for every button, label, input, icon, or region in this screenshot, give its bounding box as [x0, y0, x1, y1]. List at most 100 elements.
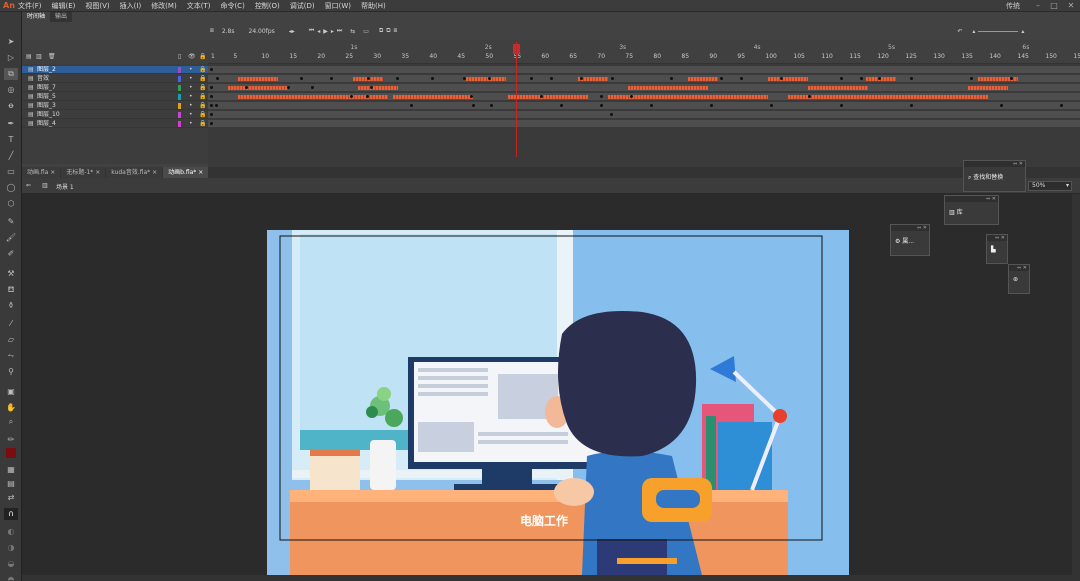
- menu-debug[interactable]: 调试(D): [290, 1, 315, 11]
- minimize-icon[interactable]: –: [1033, 1, 1043, 11]
- layer-color-swatch[interactable]: [178, 94, 181, 100]
- keyframe[interactable]: [670, 77, 673, 80]
- center-frame-icon[interactable]: ↶: [957, 28, 962, 35]
- keyframe[interactable]: [1000, 104, 1003, 107]
- lock-icon[interactable]: 🔒: [199, 120, 206, 128]
- ink-bottle-tool-icon[interactable]: ⚱: [4, 300, 18, 312]
- keyframe[interactable]: [410, 104, 413, 107]
- step-back-icon[interactable]: ◂: [317, 28, 320, 35]
- keyframe[interactable]: [287, 86, 290, 89]
- keyframe[interactable]: [300, 77, 303, 80]
- keyframe[interactable]: [910, 104, 913, 107]
- visibility-dot-icon[interactable]: •: [189, 120, 193, 128]
- keyframe[interactable]: [472, 104, 475, 107]
- free-transform-tool-icon[interactable]: ⧉: [4, 68, 18, 80]
- vertical-scrollbar[interactable]: [1072, 194, 1080, 575]
- library-row[interactable]: ▥ 库: [945, 202, 998, 221]
- visibility-dot-icon[interactable]: •: [189, 75, 193, 83]
- doc-tab-1[interactable]: 动画.fla ×: [22, 167, 61, 178]
- lock-icon[interactable]: 🔒: [199, 102, 206, 110]
- library-panel[interactable]: ⇔ ✕ ▥ 库: [944, 195, 999, 225]
- transform-panel[interactable]: ⇔ ✕ ⊛: [1008, 264, 1030, 294]
- maximize-icon[interactable]: □: [1049, 1, 1059, 11]
- snap-icon[interactable]: ▤: [4, 478, 18, 490]
- visibility-dot-icon[interactable]: •: [189, 66, 193, 74]
- camera-icon[interactable]: ▭: [363, 28, 369, 35]
- keyframe[interactable]: [808, 95, 811, 98]
- outline-all-icon[interactable]: ▯: [178, 53, 181, 60]
- object-drawing-icon[interactable]: ▦: [4, 464, 18, 476]
- straighten-icon[interactable]: ◑: [4, 542, 18, 554]
- edit-multiple-frames-icon[interactable]: ⧉: [386, 27, 390, 35]
- tab-timeline[interactable]: 时间轴: [22, 12, 51, 22]
- keyframe[interactable]: [311, 86, 314, 89]
- keyframe[interactable]: [650, 104, 653, 107]
- tool-option-2-icon[interactable]: ◓: [4, 574, 18, 581]
- layer-color-swatch[interactable]: [178, 112, 181, 118]
- lock-icon[interactable]: 🔒: [199, 111, 206, 119]
- keyframe[interactable]: [550, 77, 553, 80]
- keyframe[interactable]: [210, 86, 213, 89]
- brush-tool-icon[interactable]: 🖌: [4, 232, 18, 244]
- menu-window[interactable]: 窗口(W): [325, 1, 351, 11]
- properties-row[interactable]: ⚙ 属...: [891, 231, 929, 250]
- frame-row[interactable]: [208, 93, 1080, 101]
- properties-panel[interactable]: ⇔ ✕ ⚙ 属...: [890, 224, 930, 256]
- frame-rate[interactable]: 24.00fps: [249, 28, 275, 35]
- swap-colors-icon[interactable]: ⇄: [4, 492, 18, 504]
- menu-text[interactable]: 文本(T): [187, 1, 211, 11]
- workspace-mode[interactable]: 传统: [1006, 0, 1020, 12]
- keyframe[interactable]: [463, 77, 466, 80]
- visibility-dot-icon[interactable]: •: [189, 93, 193, 101]
- zoom-out-icon[interactable]: ▴: [972, 28, 975, 35]
- keyframe[interactable]: [580, 77, 583, 80]
- menu-control[interactable]: 控制(O): [255, 1, 280, 11]
- visibility-dot-icon[interactable]: •: [189, 111, 193, 119]
- keyframe[interactable]: [860, 77, 863, 80]
- keyframe[interactable]: [740, 77, 743, 80]
- keyframe[interactable]: [350, 95, 353, 98]
- keyframe[interactable]: [600, 95, 603, 98]
- play-icon[interactable]: ▶: [323, 28, 328, 35]
- new-layer-icon[interactable]: ▤: [26, 53, 32, 60]
- delete-layer-icon[interactable]: 🗑: [48, 53, 56, 60]
- keyframe[interactable]: [1060, 104, 1063, 107]
- keyframe[interactable]: [630, 95, 633, 98]
- back-arrow-icon[interactable]: ⇐: [26, 182, 31, 189]
- lock-icon[interactable]: 🔒: [199, 84, 206, 92]
- keyframe[interactable]: [396, 77, 399, 80]
- 3d-rotation-tool-icon[interactable]: ◎: [4, 84, 18, 96]
- frame-row[interactable]: [208, 66, 1080, 74]
- layer-row[interactable]: ▤ 图层_3 • 🔒: [22, 102, 208, 110]
- keyframe[interactable]: [490, 104, 493, 107]
- layer-color-swatch[interactable]: [178, 67, 181, 73]
- text-tool-icon[interactable]: T: [4, 134, 18, 146]
- menu-help[interactable]: 帮助(H): [361, 1, 386, 11]
- keyframe[interactable]: [370, 86, 373, 89]
- tool-option-icon[interactable]: ◒: [4, 558, 18, 570]
- keyframe[interactable]: [210, 95, 213, 98]
- go-last-frame-icon[interactable]: ⏭: [337, 27, 342, 35]
- hand-tool-icon[interactable]: ✋: [4, 402, 18, 414]
- frame-row[interactable]: [208, 120, 1080, 128]
- keyframe[interactable]: [780, 77, 783, 80]
- find-replace-row[interactable]: ⌕ 查找和替换: [964, 167, 1025, 187]
- menu-insert[interactable]: 插入(I): [120, 1, 142, 11]
- layer-color-swatch[interactable]: [178, 121, 181, 127]
- layer-row[interactable]: ▤ 图层_5 • 🔒: [22, 93, 208, 101]
- paint-brush-tool-icon[interactable]: ✐: [4, 248, 18, 260]
- keyframe[interactable]: [215, 104, 218, 107]
- go-first-frame-icon[interactable]: ⏮: [309, 27, 314, 35]
- lock-icon[interactable]: 🔒: [199, 53, 206, 60]
- keyframe[interactable]: [210, 113, 213, 116]
- keyframe[interactable]: [210, 104, 213, 107]
- layer-color-swatch[interactable]: [178, 76, 181, 82]
- magnet-icon[interactable]: ∩: [4, 508, 18, 520]
- zoom-tool-icon[interactable]: ⌕: [4, 416, 18, 428]
- frame-row[interactable]: [208, 111, 1080, 119]
- keyframe[interactable]: [770, 104, 773, 107]
- keyframe[interactable]: [488, 77, 491, 80]
- layer-color-swatch[interactable]: [178, 85, 181, 91]
- keyframe[interactable]: [540, 95, 543, 98]
- menu-view[interactable]: 视图(V): [85, 1, 109, 11]
